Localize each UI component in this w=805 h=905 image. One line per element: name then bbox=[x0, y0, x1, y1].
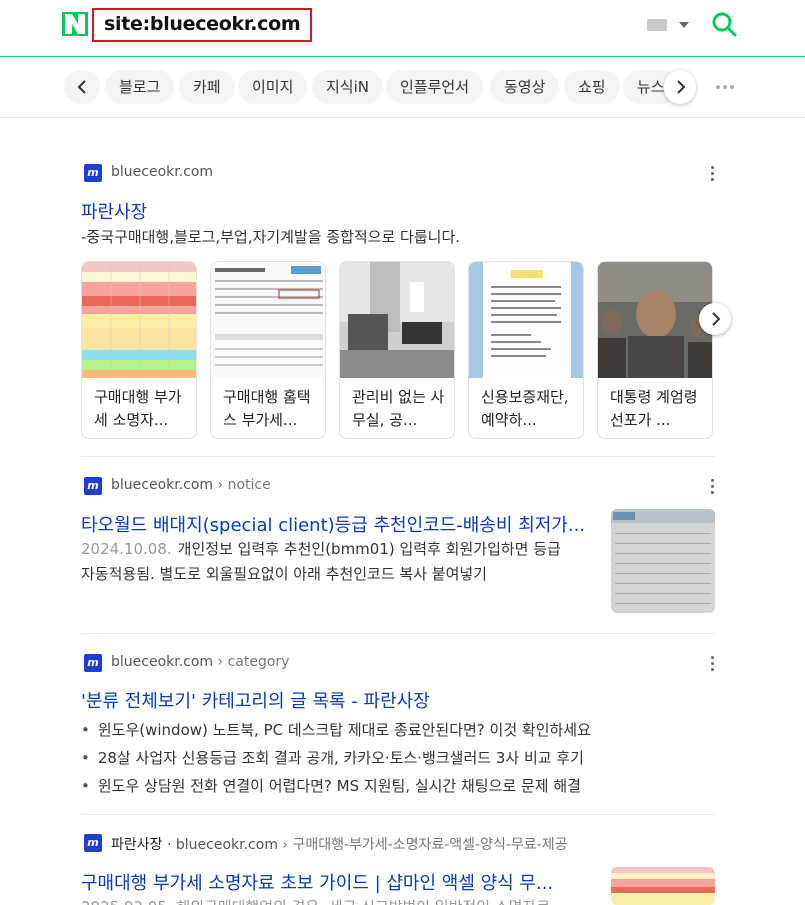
result-description: 2025.02.05. 해외구매대행업의 경우, 세금 신고방법이 일반적인 소… bbox=[81, 895, 601, 905]
result-description: 2024.10.08. 개인정보 입력후 추천인(bmm01) 입력후 회원가입하… bbox=[81, 537, 601, 587]
image-card[interactable]: 관리비 없는 사무실, 공... bbox=[339, 261, 455, 439]
desc-line: 개인정보 입력후 추천인(bmm01) 입력후 회원가입하면 등급 bbox=[177, 540, 561, 558]
tab-shopping[interactable]: 쇼핑 bbox=[564, 70, 620, 104]
tab-video[interactable]: 동영상 bbox=[490, 70, 560, 104]
more-icon[interactable] bbox=[716, 85, 737, 89]
card-label: 구매대행 부가세 소명자... bbox=[94, 388, 182, 429]
card-thumbnail bbox=[82, 262, 196, 378]
list-item[interactable]: 28살 사업자 신용등급 조회 결과 공개, 카카오·토스·뱅크샐러드 3사 비… bbox=[81, 744, 591, 772]
result-date: 2024.10.08. bbox=[81, 540, 172, 558]
card-thumbnail bbox=[340, 262, 454, 378]
naver-logo-icon[interactable] bbox=[62, 12, 88, 36]
card-label: 관리비 없는 사무실, 공... bbox=[352, 388, 445, 429]
result-thumbnail[interactable] bbox=[611, 867, 715, 905]
result-title[interactable]: 구매대행 부가세 소명자료 초보 가이드 | 샵마인 액셀 양식 무... bbox=[81, 869, 553, 895]
card-thumbnail bbox=[211, 262, 325, 378]
site-favicon-icon: m bbox=[84, 654, 102, 672]
search-input[interactable]: site:blueceokr.com bbox=[92, 8, 312, 42]
card-label: 대통령 계엄령 선포가 ... bbox=[610, 388, 698, 429]
image-card[interactable]: 구매대행 홈택스 부가세... bbox=[210, 261, 326, 439]
site-url: blueceokr.com bbox=[111, 477, 214, 493]
divider bbox=[81, 456, 715, 457]
result-title[interactable]: '분류 전체보기' 카테고리의 글 목록 - 파란사장 bbox=[81, 687, 430, 713]
tabs-next-button[interactable] bbox=[664, 70, 696, 104]
tab-kin[interactable]: 지식iN bbox=[312, 70, 383, 104]
site-url: · blueceokr.com bbox=[166, 837, 278, 853]
site-path: › notice bbox=[217, 477, 271, 493]
image-card[interactable]: 구매대행 부가세 소명자... bbox=[81, 261, 197, 439]
search-query-text: site:blueceokr.com bbox=[104, 13, 301, 35]
more-options-icon[interactable] bbox=[711, 656, 715, 672]
result-title[interactable]: 타오월드 배대지(special client)등급 추천인코드-배송비 최저가… bbox=[81, 511, 585, 537]
search-tabs: 블로그 카페 이미지 지식iN 인플루언서 동영상 쇼핑 뉴스 bbox=[0, 58, 805, 118]
tab-blog[interactable]: 블로그 bbox=[105, 70, 175, 104]
image-card[interactable]: 신용보증재단, 예약하... bbox=[468, 261, 584, 439]
site-name: 파란사장 bbox=[111, 837, 163, 853]
more-options-icon[interactable] bbox=[711, 479, 715, 495]
site-favicon-icon: m bbox=[84, 834, 102, 852]
image-card[interactable]: 대통령 계엄령 선포가 ... bbox=[597, 261, 713, 439]
card-label: 구매대행 홈택스 부가세... bbox=[223, 388, 311, 429]
tab-image[interactable]: 이미지 bbox=[238, 70, 308, 104]
card-thumbnail bbox=[469, 262, 583, 378]
site-url: blueceokr.com bbox=[111, 654, 214, 670]
search-icon[interactable] bbox=[710, 10, 738, 38]
chevron-down-icon[interactable] bbox=[679, 22, 689, 28]
cards-next-button[interactable] bbox=[699, 303, 731, 335]
tab-cafe[interactable]: 카페 bbox=[179, 70, 235, 104]
card-label: 신용보증재단, 예약하... bbox=[481, 388, 569, 429]
site-path: › 구매대행-부가세-소명자료-액셀-양식-무료-제공 bbox=[282, 837, 568, 853]
site-url: blueceokr.com bbox=[111, 164, 214, 180]
site-favicon-icon: m bbox=[84, 477, 102, 495]
site-favicon-icon: m bbox=[84, 164, 102, 182]
list-item[interactable]: 윈도우 상담원 전화 연결이 어렵다면? MS 지원팀, 실시간 채팅으로 문제… bbox=[81, 772, 591, 800]
list-item[interactable]: 윈도우(window) 노트북, PC 데스크탑 제대로 종료안된다면? 이것 … bbox=[81, 716, 591, 744]
tabs-prev-button[interactable] bbox=[64, 70, 100, 104]
tab-influencer[interactable]: 인플루언서 bbox=[386, 70, 484, 104]
desc-line: 자동적용됨. 별도로 외울필요없이 아래 추천인코드 복사 붙여넣기 bbox=[81, 565, 487, 583]
result-thumbnail[interactable] bbox=[611, 509, 715, 613]
divider bbox=[81, 814, 715, 815]
card-thumbnail bbox=[598, 262, 712, 378]
site-path: › category bbox=[217, 654, 290, 670]
header: site:blueceokr.com bbox=[0, 0, 805, 57]
divider bbox=[81, 633, 715, 634]
result-title[interactable]: 파란사장 bbox=[81, 198, 147, 224]
result-bullet-list: 윈도우(window) 노트북, PC 데스크탑 제대로 종료안된다면? 이것 … bbox=[81, 716, 591, 800]
more-options-icon[interactable] bbox=[711, 166, 715, 182]
keyboard-icon[interactable] bbox=[647, 19, 667, 31]
result-description: -중국구매대행,블로그,부업,자기계발을 종합적으로 다룹니다. bbox=[81, 228, 461, 246]
